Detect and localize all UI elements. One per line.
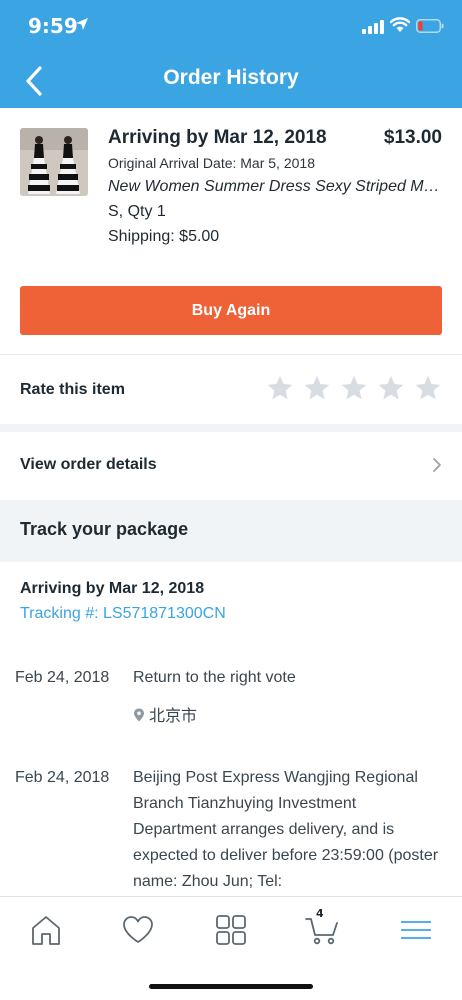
home-indicator — [149, 984, 313, 989]
location-arrow-icon — [76, 18, 88, 30]
battery-icon — [416, 19, 444, 33]
tracking-number-link[interactable]: Tracking #: LS571871300CN — [20, 605, 226, 623]
buy-again-button[interactable]: Buy Again — [20, 286, 442, 335]
tracking-event-date: Feb 24, 2018 — [15, 669, 110, 686]
wifi-icon — [390, 17, 410, 32]
star-icon[interactable] — [414, 374, 442, 402]
order-arriving-date: Arriving by Mar 12, 2018 — [108, 127, 327, 148]
star-icon[interactable] — [303, 374, 331, 402]
star-rating — [266, 374, 444, 404]
cart-tab[interactable]: 4 — [304, 907, 340, 947]
status-bar: 9:59 — [0, 0, 462, 50]
star-icon[interactable] — [340, 374, 368, 402]
tracking-event-description: Beijing Post Express Wangjing Regional B… — [133, 769, 439, 890]
product-thumbnail[interactable] — [20, 128, 88, 196]
shipping-cost: Shipping: $5.00 — [108, 228, 220, 245]
track-package-title: Track your package — [20, 519, 189, 539]
product-image — [20, 128, 88, 196]
tracking-event-date: Feb 24, 2018 — [15, 769, 110, 786]
rate-item-label: Rate this item — [20, 381, 125, 398]
header-bar: 9:59 Order History — [0, 0, 462, 108]
order-price: $13.00 — [383, 127, 442, 148]
divider — [0, 354, 462, 355]
map-pin-icon — [134, 708, 144, 722]
home-icon[interactable] — [29, 913, 63, 947]
star-icon[interactable] — [377, 374, 405, 402]
cellular-signal-icon — [362, 20, 384, 34]
page-title: Order History — [163, 66, 299, 89]
view-order-details-row[interactable]: View order details — [0, 432, 462, 496]
track-package-header: Track your package — [0, 500, 462, 562]
original-arrival-date: Original Arrival Date: Mar 5, 2018 — [108, 155, 315, 171]
size-quantity: S, Qty 1 — [108, 203, 166, 220]
status-time: 9:59 — [28, 14, 78, 38]
chevron-right-icon — [433, 458, 441, 472]
cart-count-badge: 4 — [316, 907, 324, 920]
tracking-event-location: 北京市 — [133, 702, 197, 726]
tracking-event-location-text: 北京市 — [149, 708, 198, 725]
tracking-arriving-date: Arriving by Mar 12, 2018 — [20, 580, 205, 597]
tracking-event-description: Return to the right vote — [133, 669, 296, 686]
view-order-details-label: View order details — [20, 456, 157, 473]
grid-icon[interactable] — [214, 913, 248, 947]
heart-icon[interactable] — [121, 913, 155, 947]
section-divider — [0, 424, 462, 432]
product-name[interactable]: New Women Summer Dress Sexy Striped Maxi… — [108, 178, 440, 196]
star-icon[interactable] — [266, 374, 294, 402]
menu-icon[interactable] — [399, 913, 433, 947]
